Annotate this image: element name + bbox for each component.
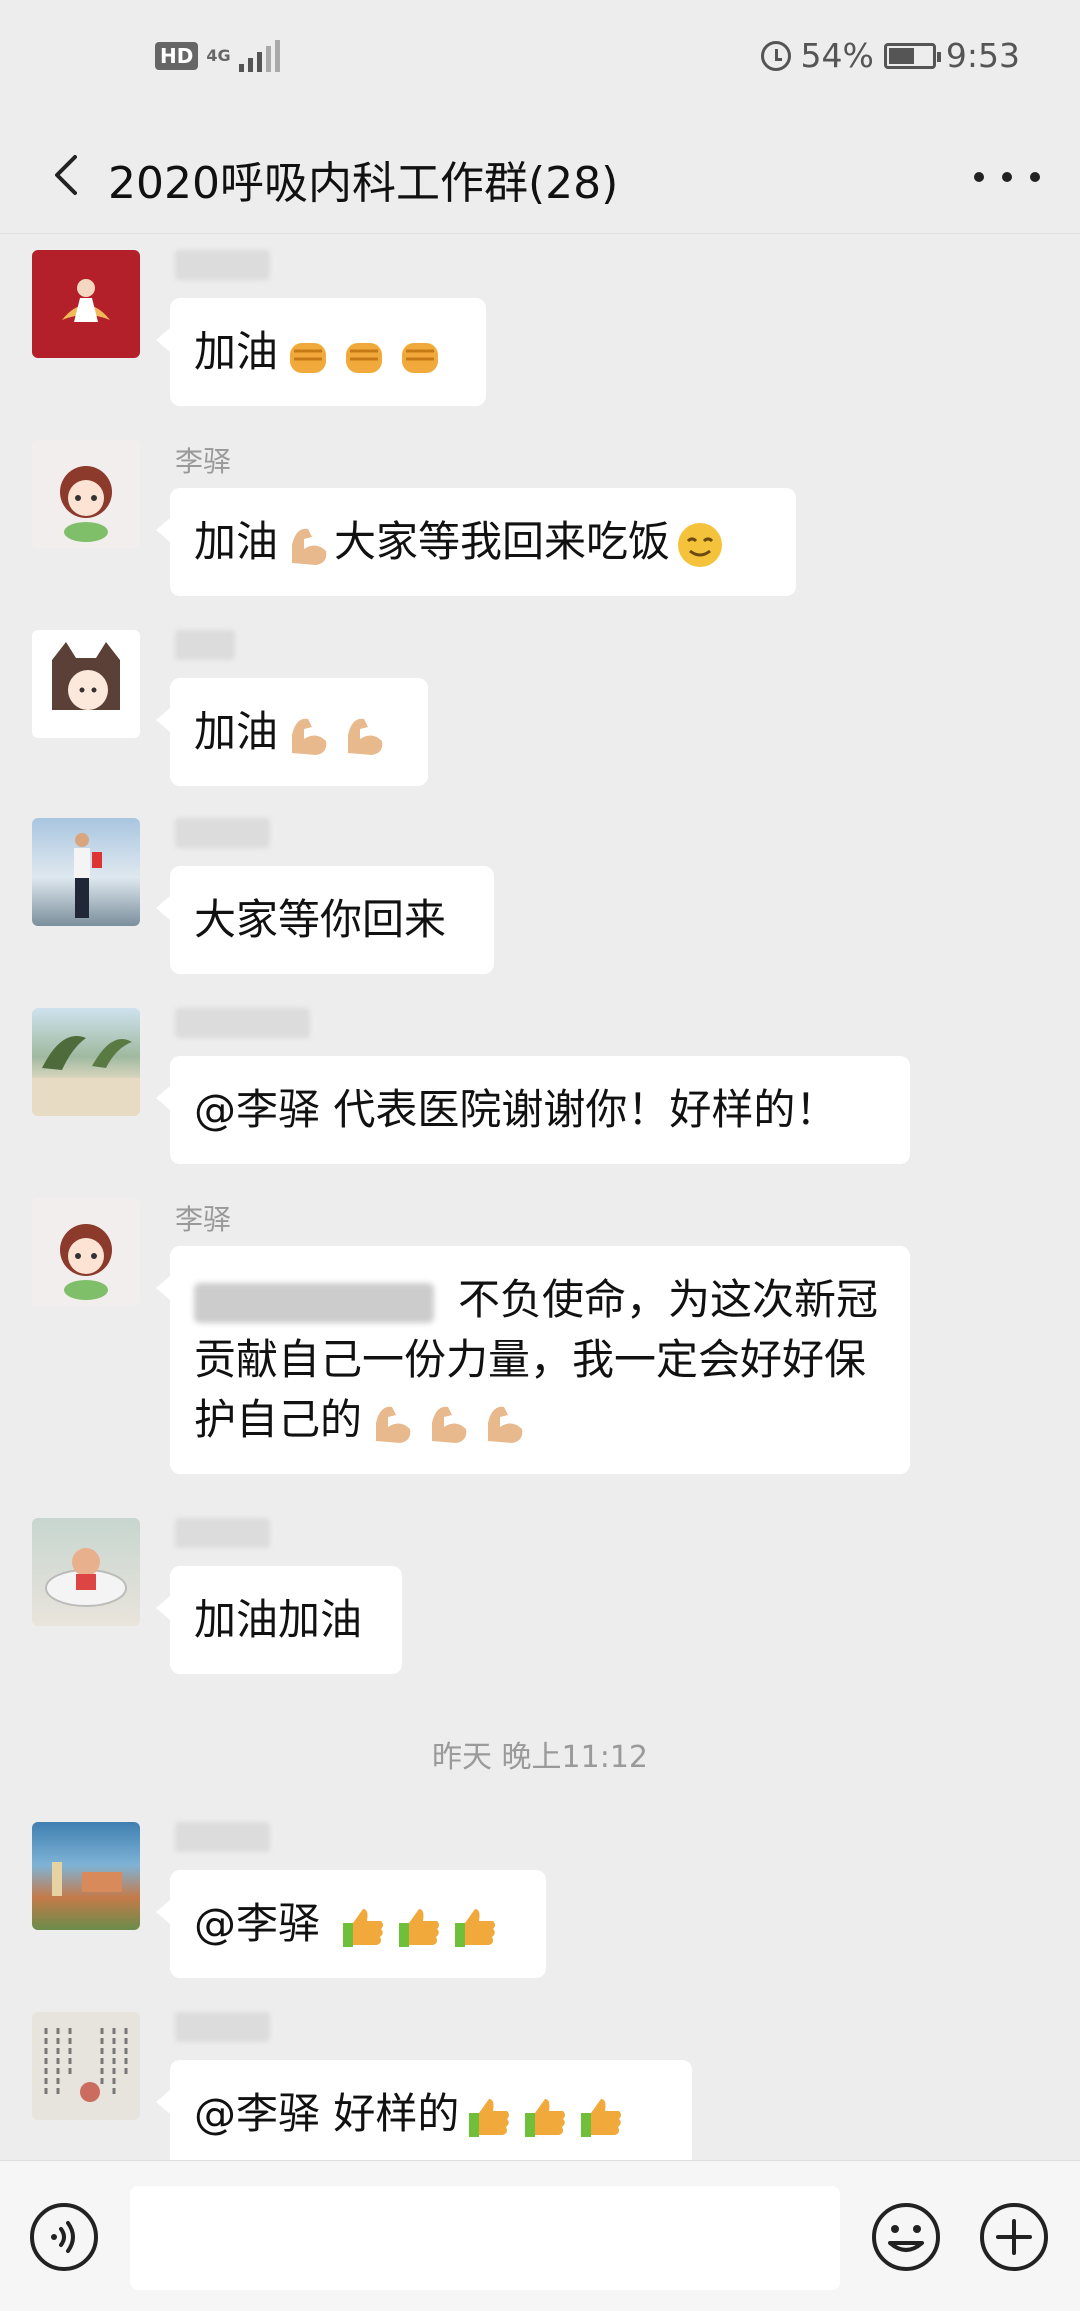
message-input[interactable] xyxy=(130,2186,840,2290)
sender-name-blurred xyxy=(175,1822,270,1852)
signal-icon xyxy=(238,40,280,72)
input-bar xyxy=(0,2160,1080,2311)
message-bubble[interactable]: 加油 大家等我回来吃饭 xyxy=(156,488,796,596)
thumbs-up-emoji xyxy=(399,1908,440,1947)
network-type: 4G xyxy=(206,46,231,65)
message-text: @李驿 代表医院谢谢你！好样的！ xyxy=(194,1085,838,1134)
sender-name-blurred xyxy=(175,630,235,660)
flexed-biceps-emoji xyxy=(292,718,327,755)
battery-percent: 54% xyxy=(800,36,874,75)
hd-indicator: HD xyxy=(155,42,199,70)
thumbs-up-emoji xyxy=(525,2098,566,2137)
message-text: 加油 xyxy=(194,327,279,376)
message-text-after: 大家等我回来吃饭 xyxy=(334,517,671,566)
back-arrow-icon[interactable] xyxy=(40,145,100,205)
flexed-biceps-emoji xyxy=(292,528,327,565)
mention-blurred xyxy=(194,1282,434,1323)
status-left: HD 4G xyxy=(155,40,280,72)
avatar[interactable] xyxy=(32,440,140,548)
avatar[interactable] xyxy=(32,250,140,358)
avatar[interactable] xyxy=(32,1008,140,1116)
avatar[interactable] xyxy=(32,630,140,738)
thumbs-up-emoji xyxy=(343,1908,384,1947)
alarm-icon xyxy=(760,40,791,71)
thumbs-up-emoji xyxy=(455,1908,496,1947)
battery-icon xyxy=(883,42,941,69)
flexed-biceps-emoji xyxy=(348,718,383,755)
sender-name-blurred xyxy=(175,2012,270,2042)
thumbs-up-emoji xyxy=(581,2098,622,2137)
message-bubble[interactable]: 加油 xyxy=(156,298,486,406)
sender-name: 李驿 xyxy=(175,1203,232,1236)
message-text: 加油 xyxy=(194,707,279,756)
voice-icon[interactable] xyxy=(28,2201,100,2273)
raised-fist-emoji xyxy=(290,342,327,373)
message-text: @李驿 xyxy=(194,1899,334,1948)
sender-name-blurred xyxy=(175,250,270,280)
status-right: 54% 9:53 xyxy=(760,36,1020,75)
sender-name-blurred xyxy=(175,818,270,848)
flexed-biceps-emoji xyxy=(432,1406,467,1443)
sender-name: 李驿 xyxy=(175,445,232,478)
sender-name-blurred xyxy=(175,1518,270,1548)
chat-header: 2020呼吸内科工作群(28) xyxy=(0,125,1080,234)
flexed-biceps-emoji xyxy=(376,1406,411,1443)
message-bubble[interactable]: 加油 xyxy=(156,678,428,786)
plus-icon[interactable] xyxy=(978,2201,1050,2273)
message-bubble[interactable]: 大家等你回来 xyxy=(156,866,494,974)
message-text: 加油 xyxy=(194,517,279,566)
message-text: 加油加油 xyxy=(194,1595,363,1644)
sender-name-blurred xyxy=(175,1008,310,1038)
flexed-biceps-emoji xyxy=(488,1406,523,1443)
emoji-icon[interactable] xyxy=(870,2201,942,2273)
message-text: 大家等你回来 xyxy=(194,895,447,944)
avatar[interactable] xyxy=(32,1822,140,1930)
status-bar: HD 4G 54% 9:53 xyxy=(0,0,1080,125)
message-bubble[interactable]: 不负使命，为这次新冠贡献自己一份力量，我一定会好好保护自己的 xyxy=(156,1246,910,1474)
avatar[interactable] xyxy=(32,2012,140,2120)
chat-title: 2020呼吸内科工作群(28) xyxy=(108,158,619,209)
timestamp: 昨天 晚上11:12 xyxy=(432,1740,648,1775)
message-text: @李驿 好样的 xyxy=(194,2089,460,2138)
more-options-icon[interactable] xyxy=(974,149,1040,205)
raised-fist-emoji xyxy=(346,342,383,373)
message-bubble[interactable]: 加油加油 xyxy=(156,1566,402,1674)
thumbs-up-emoji xyxy=(469,2098,510,2137)
message-bubble[interactable]: @李驿 好样的 xyxy=(156,2060,692,2168)
avatar[interactable] xyxy=(32,1518,140,1626)
raised-fist-emoji xyxy=(402,342,439,373)
avatar[interactable] xyxy=(32,1198,140,1306)
relieved-face-emoji xyxy=(678,522,723,567)
avatar[interactable] xyxy=(32,818,140,926)
message-bubble[interactable]: @李驿 代表医院谢谢你！好样的！ xyxy=(156,1056,910,1164)
message-bubble[interactable]: @李驿 xyxy=(156,1870,546,1978)
clock: 9:53 xyxy=(945,36,1020,75)
